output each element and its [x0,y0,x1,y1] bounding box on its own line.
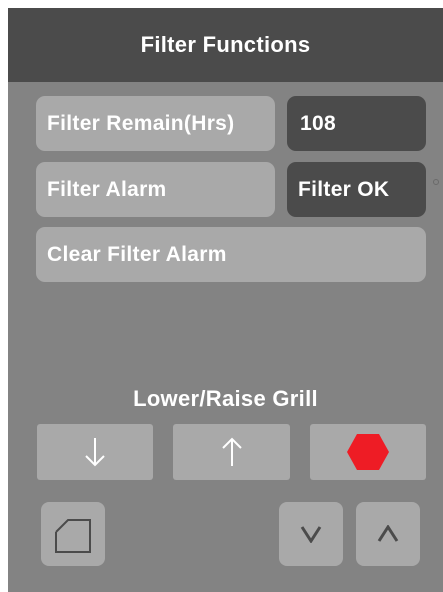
clear-filter-alarm-button[interactable]: Clear Filter Alarm [36,227,426,282]
filter-alarm-status-text: Filter OK [298,177,390,201]
stop-hexagon-icon [346,433,390,471]
chevron-down-icon [300,525,322,543]
stop-grill-button[interactable] [310,424,426,480]
filter-remain-label: Filter Remain(Hrs) [47,111,235,135]
home-icon [52,513,94,555]
filter-functions-panel: Filter Functions Filter Remain(Hrs) 108 … [8,8,443,592]
arrow-down-icon [85,436,105,468]
lower-raise-grill-label: Lower/Raise Grill [133,386,318,411]
page-down-button[interactable] [279,502,343,566]
lower-grill-button[interactable] [37,424,153,480]
filter-remain-value-text: 108 [300,111,336,135]
filter-remain-value: 108 [287,96,426,151]
filter-alarm-button[interactable]: Filter Alarm [36,162,275,217]
filter-alarm-label: Filter Alarm [47,177,167,201]
filter-remain-button[interactable]: Filter Remain(Hrs) [36,96,275,151]
raise-grill-button[interactable] [173,424,290,480]
arrow-up-icon [221,436,242,468]
page-title: Filter Functions [8,8,443,82]
chevron-up-icon [377,525,399,543]
filter-alarm-status: Filter OK [287,162,426,217]
home-button[interactable] [41,502,105,566]
clear-filter-alarm-label: Clear Filter Alarm [47,242,227,266]
page-title-text: Filter Functions [140,32,311,57]
page-up-button[interactable] [356,502,420,566]
edge-indicator-icon [432,175,442,185]
